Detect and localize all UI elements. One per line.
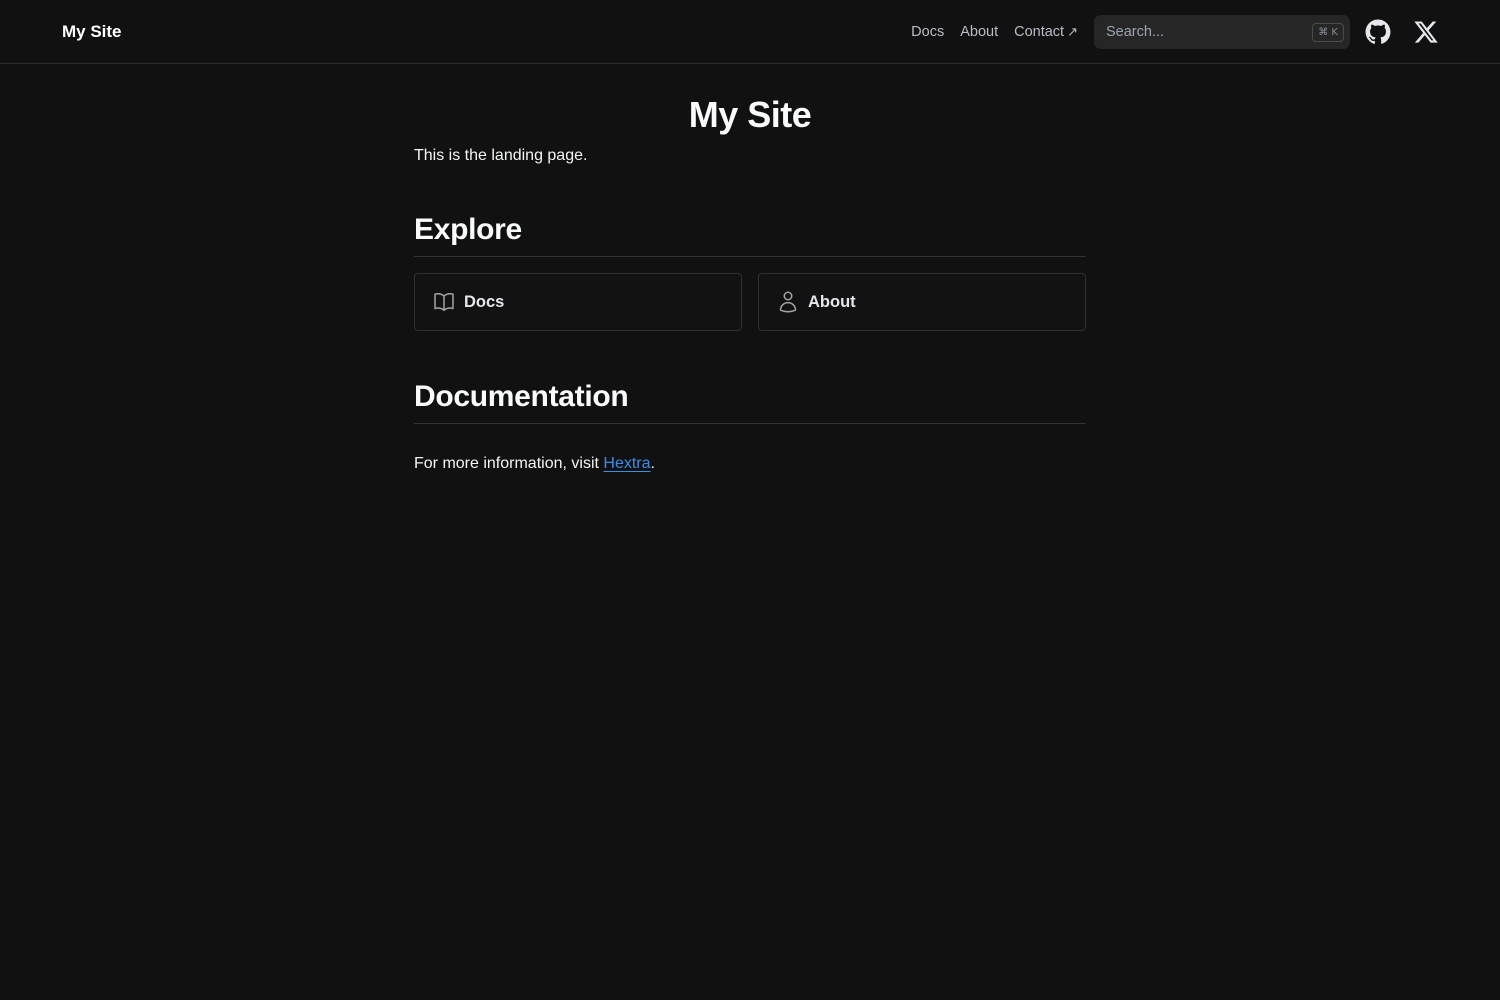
card-docs[interactable]: Docs bbox=[414, 273, 742, 331]
nav-link-about[interactable]: About bbox=[960, 22, 998, 42]
card-about[interactable]: About bbox=[758, 273, 1086, 331]
site-logo-link[interactable]: My Site bbox=[62, 21, 122, 43]
intro-text: This is the landing page. bbox=[414, 147, 588, 164]
documentation-heading: Documentation bbox=[414, 378, 1086, 424]
x-icon bbox=[1414, 21, 1438, 43]
user-icon bbox=[779, 291, 797, 313]
github-link[interactable] bbox=[1365, 19, 1391, 45]
hextra-link[interactable]: Hextra bbox=[603, 455, 650, 472]
book-open-icon bbox=[434, 292, 454, 312]
x-link[interactable] bbox=[1413, 19, 1439, 45]
main-content: My Site This is the landing page. Explor… bbox=[414, 92, 1086, 476]
nav-link-contact-label: Contact bbox=[1014, 24, 1065, 40]
page-title: My Site bbox=[688, 94, 812, 135]
card-docs-title: Docs bbox=[464, 292, 505, 311]
nav-links: Docs About Contact ↗ bbox=[911, 22, 1078, 42]
arrow-up-right-icon: ↗ bbox=[1067, 24, 1078, 39]
card-about-title: About bbox=[808, 292, 856, 311]
explore-heading: Explore bbox=[414, 211, 1086, 257]
search-input[interactable] bbox=[1106, 24, 1313, 40]
explore-cards: Docs About bbox=[414, 273, 1086, 331]
more-info-suffix: . bbox=[650, 455, 655, 472]
nav-link-contact[interactable]: Contact ↗ bbox=[1014, 22, 1078, 42]
search-shortcut-badge: ⌘ K bbox=[1312, 22, 1344, 42]
github-icon bbox=[1365, 19, 1391, 44]
top-navbar: My Site Docs About Contact↗ ⌘ K bbox=[0, 0, 1500, 64]
more-info-prefix: For more information, visit bbox=[414, 455, 604, 472]
search-box[interactable]: ⌘ K bbox=[1094, 15, 1350, 49]
more-info-text: For more information, visit Hextra. bbox=[414, 452, 1086, 476]
nav-link-docs[interactable]: Docs bbox=[911, 22, 944, 42]
